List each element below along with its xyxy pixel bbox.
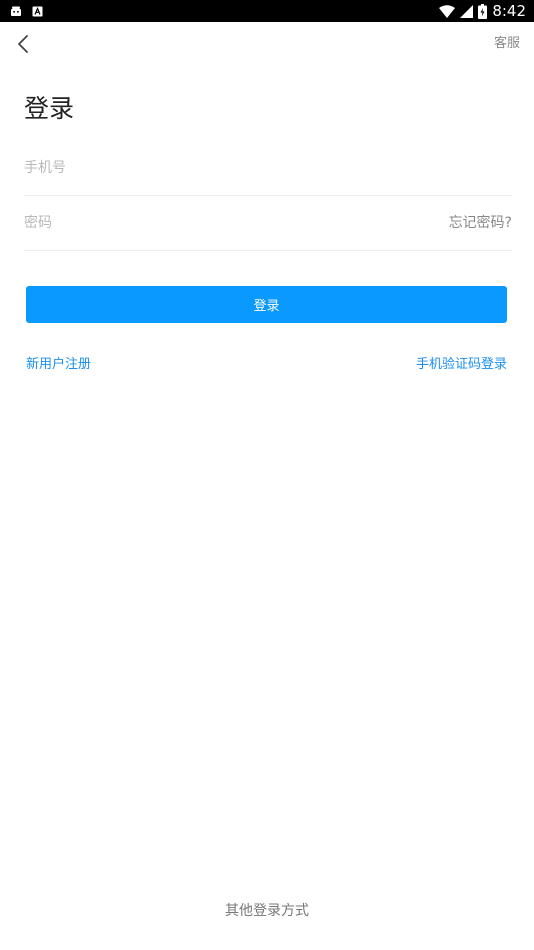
password-field-row: 忘记密码?: [24, 196, 512, 251]
customer-service-link[interactable]: 客服: [494, 35, 520, 53]
page-title: 登录: [24, 94, 75, 123]
forgot-password-link[interactable]: 忘记密码?: [449, 196, 512, 250]
other-login-link[interactable]: 其他登录方式: [225, 903, 309, 919]
login-button[interactable]: 登录: [26, 286, 507, 323]
status-right-icons: 8:42: [439, 2, 526, 20]
signal-icon: [460, 4, 474, 18]
notification-a-icon: [32, 6, 43, 16]
register-link[interactable]: 新用户注册: [26, 356, 91, 374]
phone-input[interactable]: [24, 141, 512, 195]
wifi-icon: [439, 4, 456, 18]
back-button[interactable]: [12, 32, 36, 56]
android-icon: [11, 6, 21, 16]
phone-field-row: [24, 141, 512, 196]
status-left-icons: [10, 4, 43, 18]
status-bar: 8:42: [0, 0, 534, 22]
sms-login-link[interactable]: 手机验证码登录: [416, 356, 507, 374]
battery-icon: [478, 3, 488, 19]
nav-bar: 客服: [0, 22, 534, 66]
password-input[interactable]: [24, 196, 424, 250]
chevron-left-icon: [18, 35, 28, 53]
other-login-section: 其他登录方式: [0, 901, 534, 921]
status-time: 8:42: [492, 2, 526, 20]
